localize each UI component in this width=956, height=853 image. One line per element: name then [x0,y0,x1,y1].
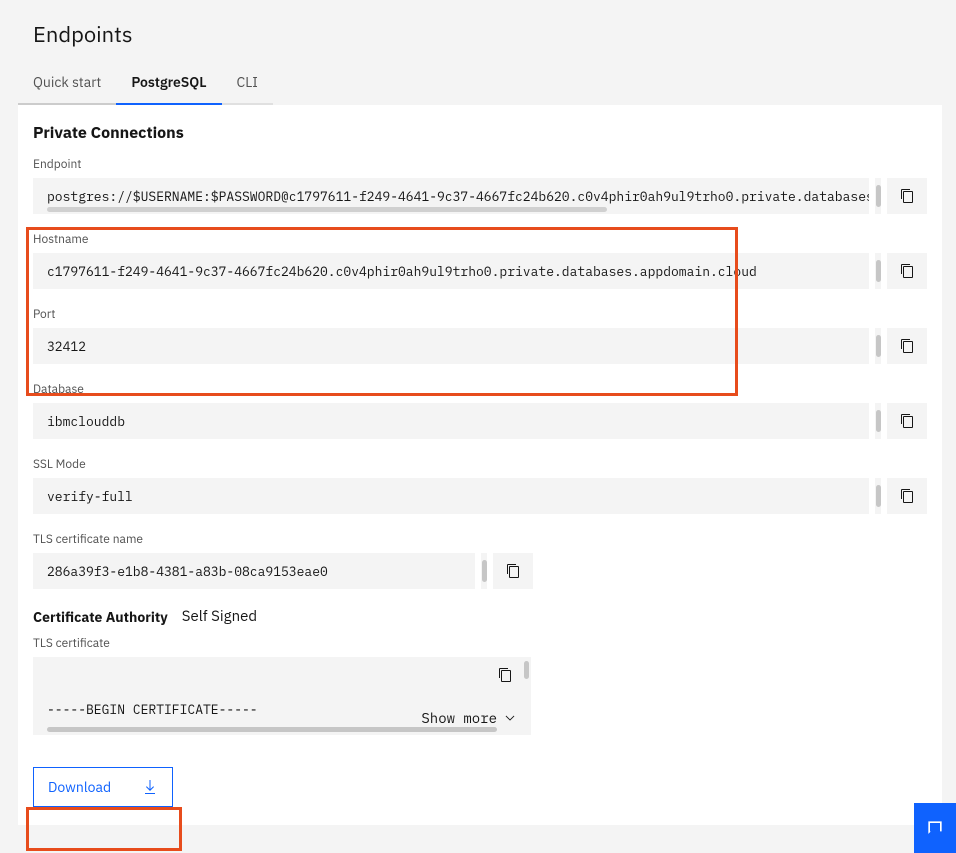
copy-icon [899,338,915,354]
scrollbar-vertical[interactable] [524,661,529,729]
tab-cli[interactable]: CLI [222,63,273,105]
copy-button[interactable] [887,328,927,364]
scrollbar-horizontal[interactable] [47,207,607,212]
download-icon [142,779,158,795]
copy-icon [899,488,915,504]
scrollbar-vertical[interactable] [875,178,881,214]
tab-quick-start[interactable]: Quick start [18,63,116,105]
chat-button[interactable] [914,803,956,853]
annotation-highlight [26,807,182,851]
copy-button[interactable] [493,553,533,589]
chevron-down-icon [503,711,517,725]
show-more-button[interactable]: Show more [413,709,517,727]
copy-button[interactable] [887,253,927,289]
ca-value: Self Signed [182,607,257,626]
certificate-authority-row: Certificate Authority Self Signed [33,607,927,626]
field-endpoint: Endpoint postgres://$USERNAME:$PASSWORD@… [33,157,927,214]
scrollbar-vertical[interactable] [875,478,881,514]
annotation-highlight [26,227,738,396]
tlsname-label: TLS certificate name [33,532,927,547]
tabs: Quick start PostgreSQL CLI [0,63,956,105]
field-tls-certificate: TLS certificate -----BEGIN CERTIFICATE--… [33,636,927,735]
scrollbar-vertical[interactable] [875,403,881,439]
copy-icon [899,413,915,429]
copy-button[interactable] [887,403,927,439]
ca-label: Certificate Authority [33,608,168,626]
tlscert-value[interactable]: -----BEGIN CERTIFICATE----- MIIFHTCCAwWg… [33,657,531,735]
database-value[interactable]: ibmclouddb [33,403,869,439]
scrollbar-vertical[interactable] [875,253,881,289]
download-button[interactable]: Download [33,767,173,807]
sslmode-value[interactable]: verify-full [33,478,869,514]
copy-button[interactable] [887,478,927,514]
tlscert-label: TLS certificate [33,636,927,651]
endpoint-label: Endpoint [33,157,927,172]
field-ssl-mode: SSL Mode verify-full [33,457,927,514]
copy-icon [899,263,915,279]
copy-button[interactable] [887,178,927,214]
tlsname-value[interactable]: 286a39f3-e1b8-4381-a83b-08ca9153eae0 [33,553,475,589]
endpoint-value[interactable]: postgres://$USERNAME:$PASSWORD@c1797611-… [33,178,869,214]
section-heading: Private Connections [33,123,927,143]
copy-icon [899,188,915,204]
private-connections-panel: Private Connections Endpoint postgres://… [18,105,942,825]
tab-postgresql[interactable]: PostgreSQL [116,63,221,105]
scrollbar-vertical[interactable] [481,553,487,589]
copy-button[interactable] [493,663,517,687]
copy-icon [497,667,513,683]
scrollbar-horizontal[interactable] [47,727,497,732]
sslmode-label: SSL Mode [33,457,927,472]
scrollbar-vertical[interactable] [875,328,881,364]
page-title: Endpoints [0,0,956,63]
field-tls-cert-name: TLS certificate name 286a39f3-e1b8-4381-… [33,532,927,589]
copy-icon [505,563,521,579]
chat-icon [925,818,945,838]
